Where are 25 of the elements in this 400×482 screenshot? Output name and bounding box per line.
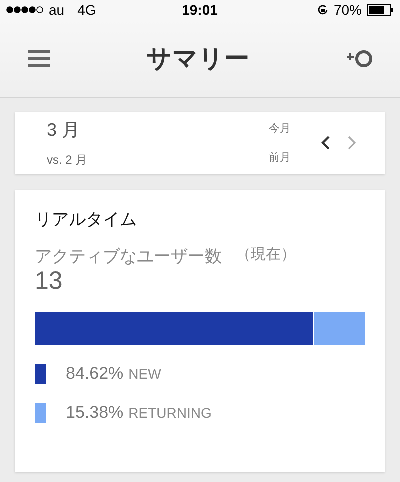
chevron-left-icon — [321, 136, 331, 150]
battery-percent: 70% — [334, 2, 362, 18]
compare-month: vs. 2 月 — [47, 152, 88, 168]
current-label: 今月 — [269, 122, 291, 136]
metric-qualifier: （現在） — [236, 245, 296, 265]
carrier: au — [49, 2, 65, 18]
page-title: サマリー — [146, 44, 250, 75]
compare-label: 前月 — [269, 151, 291, 165]
rotation-lock-icon — [316, 4, 329, 16]
legend-percent: 15.38% — [66, 403, 124, 423]
chevron-right-icon — [347, 136, 357, 150]
legend-label: NEW — [128, 366, 162, 382]
menu-button[interactable] — [26, 48, 52, 70]
signal-icon — [6, 6, 44, 14]
current-month: 3 月 — [47, 118, 82, 142]
legend-label: RETURNING — [128, 405, 212, 421]
metric-value: 13 — [35, 268, 64, 294]
network-type: 4G — [78, 2, 96, 18]
metric-label: アクティブなユーザー数 — [35, 246, 222, 268]
clock: 19:01 — [182, 2, 218, 18]
plus-circle-icon — [346, 48, 374, 68]
battery-icon — [367, 4, 394, 16]
menu-icon — [28, 50, 50, 68]
legend-percent: 84.62% — [66, 364, 124, 384]
card-title: リアルタイム — [35, 209, 138, 231]
